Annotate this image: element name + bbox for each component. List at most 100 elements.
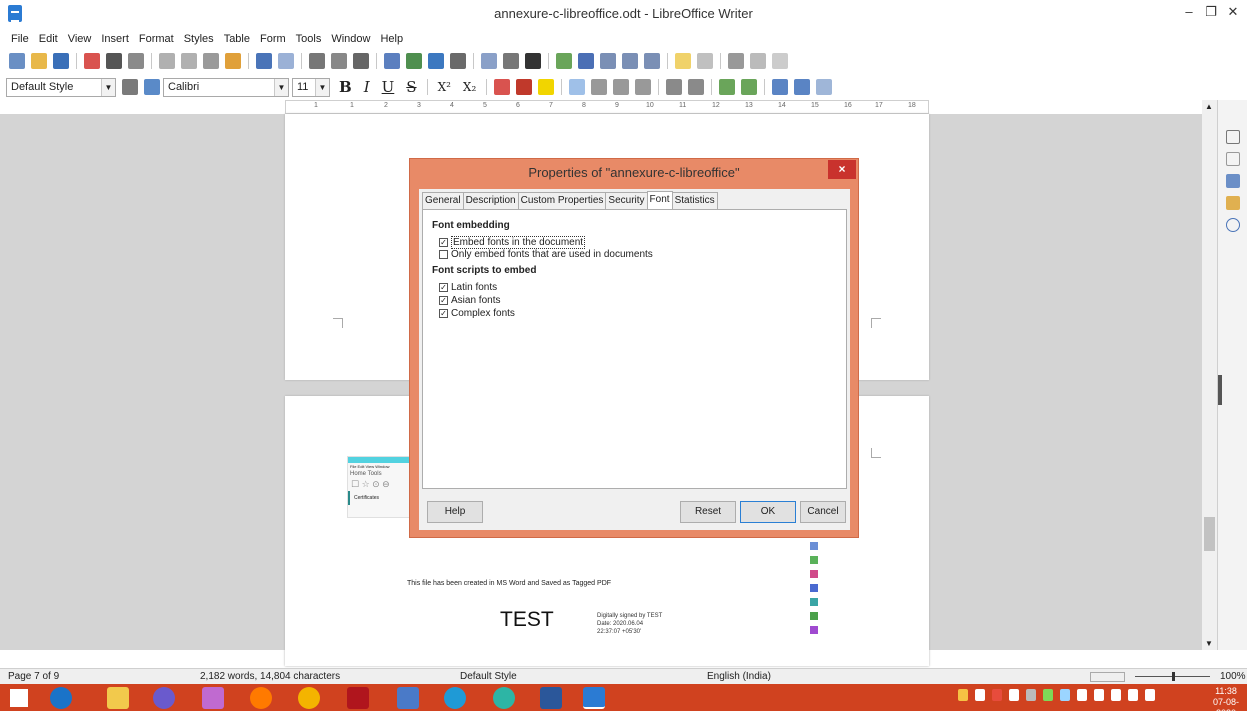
menu-tools[interactable]: Tools	[291, 30, 327, 48]
properties-icon[interactable]	[1226, 130, 1240, 144]
file-explorer-icon[interactable]	[107, 687, 129, 709]
align-right-icon[interactable]	[613, 79, 630, 95]
edge-icon[interactable]	[50, 687, 72, 709]
filezilla-icon[interactable]	[347, 687, 369, 709]
gallery-icon[interactable]	[1226, 196, 1240, 210]
page-count[interactable]: Page 7 of 9	[8, 671, 59, 682]
maximize-button[interactable]: ❐	[1201, 4, 1221, 22]
align-left-icon[interactable]	[569, 79, 586, 95]
tray-icon[interactable]	[975, 689, 985, 701]
hyperlink-icon[interactable]	[556, 53, 572, 69]
tray-icon[interactable]	[1060, 689, 1070, 701]
line-icon[interactable]	[728, 53, 744, 69]
zoom-level[interactable]: 100%	[1220, 671, 1246, 682]
paragraph-style-combo[interactable]: Default Style ▼	[6, 77, 116, 97]
justify-icon[interactable]	[635, 79, 652, 95]
comment-icon[interactable]	[675, 53, 691, 69]
menu-table[interactable]: Table	[219, 30, 255, 48]
tab-custom-properties[interactable]: Custom Properties	[517, 192, 607, 210]
menu-form[interactable]: Form	[255, 30, 291, 48]
ok-button[interactable]: OK	[740, 501, 796, 523]
language-icon[interactable]	[1128, 689, 1138, 701]
copy-icon[interactable]	[181, 53, 197, 69]
app-icon[interactable]	[202, 687, 224, 709]
cancel-button[interactable]: Cancel	[800, 501, 846, 523]
save-icon[interactable]	[53, 53, 69, 69]
styles-icon[interactable]	[1226, 174, 1240, 188]
undo-icon[interactable]	[256, 53, 272, 69]
app-icon[interactable]	[493, 687, 515, 709]
draw-functions-icon[interactable]	[772, 53, 788, 69]
app-icon[interactable]	[153, 687, 175, 709]
new-document-icon[interactable]	[9, 53, 25, 69]
paste-icon[interactable]	[203, 53, 219, 69]
notification-icon[interactable]	[1145, 689, 1155, 701]
tab-security[interactable]: Security	[605, 192, 648, 210]
clone-formatting-icon[interactable]	[225, 53, 241, 69]
tray-icon[interactable]	[958, 689, 968, 701]
numbered-list-icon[interactable]	[688, 79, 705, 95]
chevron-down-icon[interactable]: ▼	[274, 78, 288, 96]
track-changes-icon[interactable]	[697, 53, 713, 69]
clear-formatting-icon[interactable]	[494, 79, 511, 95]
tab-general[interactable]: General	[422, 192, 464, 210]
complex-fonts-row[interactable]: ✓ Complex fonts	[439, 308, 515, 319]
spelling-icon[interactable]	[331, 53, 347, 69]
menu-window[interactable]: Window	[326, 30, 375, 48]
scroll-down-icon[interactable]: ▼	[1205, 639, 1213, 648]
scroll-up-icon[interactable]: ▲	[1205, 102, 1213, 111]
latin-fonts-row[interactable]: ✓ Latin fonts	[439, 282, 497, 293]
asian-fonts-row[interactable]: ✓ Asian fonts	[439, 295, 500, 306]
bookmark-icon[interactable]	[622, 53, 638, 69]
menu-edit[interactable]: Edit	[34, 30, 63, 48]
menu-format[interactable]: Format	[134, 30, 179, 48]
network-icon[interactable]	[1077, 689, 1087, 701]
font-name-combo[interactable]: Calibri ▼	[163, 77, 289, 97]
clock[interactable]: 11:38 07-08-2020	[1207, 686, 1245, 711]
superscript-button[interactable]: X²	[438, 80, 451, 94]
latin-fonts-checkbox[interactable]: ✓	[439, 283, 448, 292]
tray-icon[interactable]	[1043, 689, 1053, 701]
asian-fonts-checkbox[interactable]: ✓	[439, 296, 448, 305]
word-count[interactable]: 2,182 words, 14,804 characters	[200, 671, 340, 682]
page-style[interactable]: Default Style	[460, 671, 517, 682]
tab-description[interactable]: Description	[462, 192, 519, 210]
edge-new-icon[interactable]	[444, 687, 466, 709]
windows-start-icon[interactable]	[10, 689, 28, 707]
close-window-button[interactable]: ✕	[1223, 4, 1243, 22]
menu-insert[interactable]: Insert	[96, 30, 134, 48]
chevron-down-icon[interactable]: ▼	[101, 78, 115, 96]
insert-image-icon[interactable]	[406, 53, 422, 69]
basic-shapes-icon[interactable]	[750, 53, 766, 69]
firefox-icon[interactable]	[250, 687, 272, 709]
bold-button[interactable]: B	[339, 78, 352, 96]
insert-table-icon[interactable]	[384, 53, 400, 69]
only-used-checkbox-row[interactable]: Only embed fonts that are used in docume…	[439, 249, 653, 260]
formatting-marks-icon[interactable]	[353, 53, 369, 69]
word-icon[interactable]	[540, 687, 562, 709]
battery-icon[interactable]	[1111, 689, 1121, 701]
paragraph-spacing-icon[interactable]	[794, 79, 811, 95]
tray-icon[interactable]	[1026, 689, 1036, 701]
help-button[interactable]: Help	[427, 501, 483, 523]
special-character-icon[interactable]	[525, 53, 541, 69]
underline-button[interactable]: U	[382, 78, 395, 96]
remote-desktop-icon[interactable]	[397, 687, 419, 709]
redo-icon[interactable]	[278, 53, 294, 69]
vertical-scrollbar[interactable]: ▲ ▼	[1202, 100, 1217, 650]
only-used-fonts-checkbox[interactable]	[439, 250, 448, 259]
navigator-icon[interactable]	[1226, 218, 1240, 232]
decrease-spacing-icon[interactable]	[816, 79, 833, 95]
sidebar-collapse-handle[interactable]	[1218, 375, 1222, 405]
dialog-close-button[interactable]: ×	[828, 160, 856, 179]
tab-statistics[interactable]: Statistics	[671, 192, 718, 210]
open-folder-icon[interactable]	[31, 53, 47, 69]
view-layout-icon[interactable]	[1090, 672, 1125, 682]
cross-reference-icon[interactable]	[644, 53, 660, 69]
print-preview-icon[interactable]	[128, 53, 144, 69]
page-break-icon[interactable]	[481, 53, 497, 69]
language[interactable]: English (India)	[707, 671, 771, 682]
bullet-list-icon[interactable]	[666, 79, 683, 95]
chevron-down-icon[interactable]: ▼	[315, 78, 329, 96]
new-style-icon[interactable]	[144, 79, 160, 95]
